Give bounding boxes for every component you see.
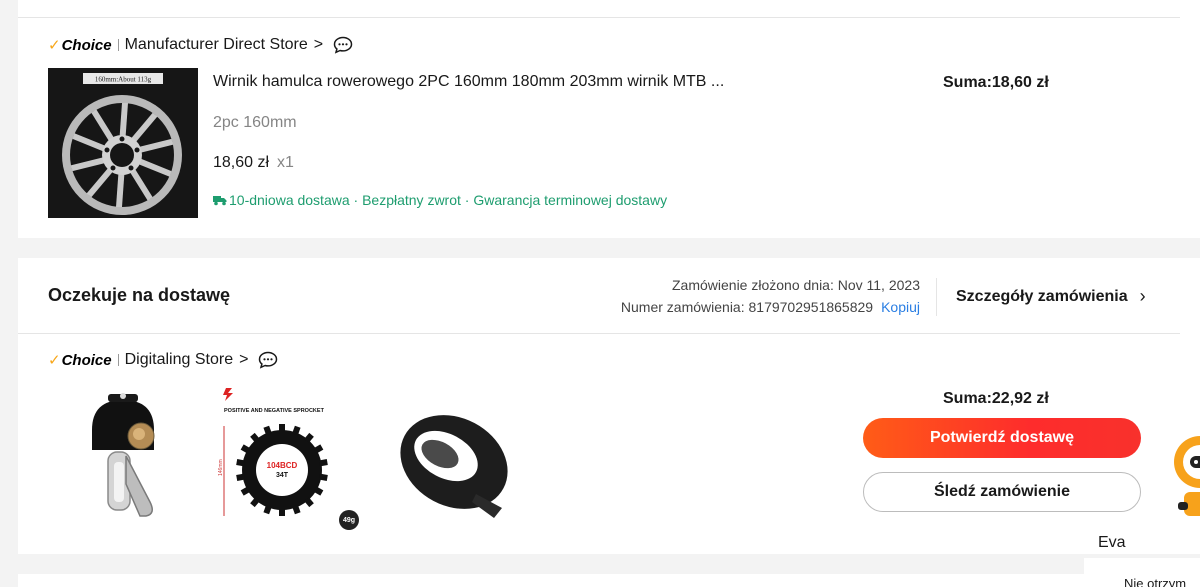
product-price: 18,60 zł (213, 154, 270, 171)
delivery-info: 10-dniowa dostawa · Bezpłatny zwrot · Gw… (213, 192, 667, 208)
store-header: ✓ Choice Digitaling Store > (48, 349, 278, 371)
order-date: Zamówienie złożono dnia: Nov 11, 2023 (671, 277, 920, 293)
checkmark-icon: ✓ (48, 37, 61, 54)
product-quantity: x1 (277, 154, 294, 171)
chat-bubble-icon[interactable] (258, 351, 278, 369)
order-meta: Zamówienie złożono dnia: Nov 11, 2023 Nu… (621, 274, 920, 318)
assistant-avatar[interactable] (1168, 432, 1200, 522)
image-weight: 49g (343, 517, 355, 524)
chevron-right-icon[interactable]: > (314, 36, 323, 54)
product-title-link[interactable]: Wirnik hamulca rowerowego 2PC 160mm 180m… (213, 73, 724, 91)
divider (936, 278, 937, 316)
checkmark-icon: ✓ (48, 352, 61, 369)
delivery-text: 10-dniowa dostawa · Bezpłatny zwrot · Gw… (229, 192, 668, 208)
order-number-row: Numer zamówienia: 8179702951865829 Kopiuj (621, 296, 920, 318)
product-price-row: 18,60 zł x1 (213, 154, 294, 172)
store-header: ✓ Choice Manufacturer Direct Store > (48, 34, 353, 56)
order-card: Oczekuje na dostawę Zamówienie złożono d… (18, 258, 1200, 554)
order-card (18, 574, 1200, 587)
assistant-name: Eva (1098, 534, 1126, 551)
order-status: Oczekuje na dostawę (48, 285, 231, 305)
image-caption: 160mm:About 113g (95, 76, 152, 84)
product-variant: 2pc 160mm (213, 114, 297, 131)
image-bcd: 104BCD (267, 461, 298, 470)
choice-badge-label: Choice (61, 36, 112, 54)
product-image[interactable] (376, 384, 526, 534)
image-heading: POSITIVE AND NEGATIVE SPROCKET (224, 408, 325, 414)
store-name-link[interactable]: Manufacturer Direct Store (125, 36, 308, 54)
track-order-button[interactable]: Śledź zamówienie (863, 472, 1141, 512)
choice-badge: ✓ Choice (48, 36, 112, 55)
divider (18, 333, 1180, 334)
chevron-right-icon[interactable]: › (1140, 286, 1146, 307)
choice-badge: ✓ Choice (48, 351, 112, 370)
store-name-link[interactable]: Digitaling Store (125, 351, 234, 369)
order-details-label[interactable]: Szczegóły zamówienia (956, 288, 1128, 306)
product-image[interactable] (48, 384, 198, 534)
assistant-message: Nie otrzym (1124, 576, 1187, 587)
order-details-link[interactable]: Szczegóły zamówienia › (956, 286, 1146, 307)
choice-badge-label: Choice (61, 351, 112, 369)
divider (18, 17, 1180, 18)
product-image[interactable]: 160mm:About 113g (48, 68, 198, 218)
chevron-right-icon[interactable]: > (239, 351, 248, 369)
order-sum: Suma:18,60 zł (943, 74, 1049, 91)
badge-separator (117, 39, 119, 51)
order-number: Numer zamówienia: 8179702951865829 (620, 299, 874, 315)
chat-bubble-icon[interactable] (333, 36, 353, 54)
image-teeth: 34T (276, 472, 289, 479)
confirm-delivery-button[interactable]: Potwierdź dostawę (863, 418, 1141, 458)
order-card: ✓ Choice Manufacturer Direct Store > 160… (18, 0, 1200, 238)
copy-link[interactable]: Kopiuj (881, 299, 920, 315)
order-sum: Suma:22,92 zł (943, 390, 1049, 407)
image-dimension: 146mm (218, 459, 224, 476)
truck-icon (213, 195, 227, 205)
badge-separator (117, 354, 119, 366)
product-image[interactable]: POSITIVE AND NEGATIVE SPROCKET 146mm 104… (212, 384, 362, 534)
